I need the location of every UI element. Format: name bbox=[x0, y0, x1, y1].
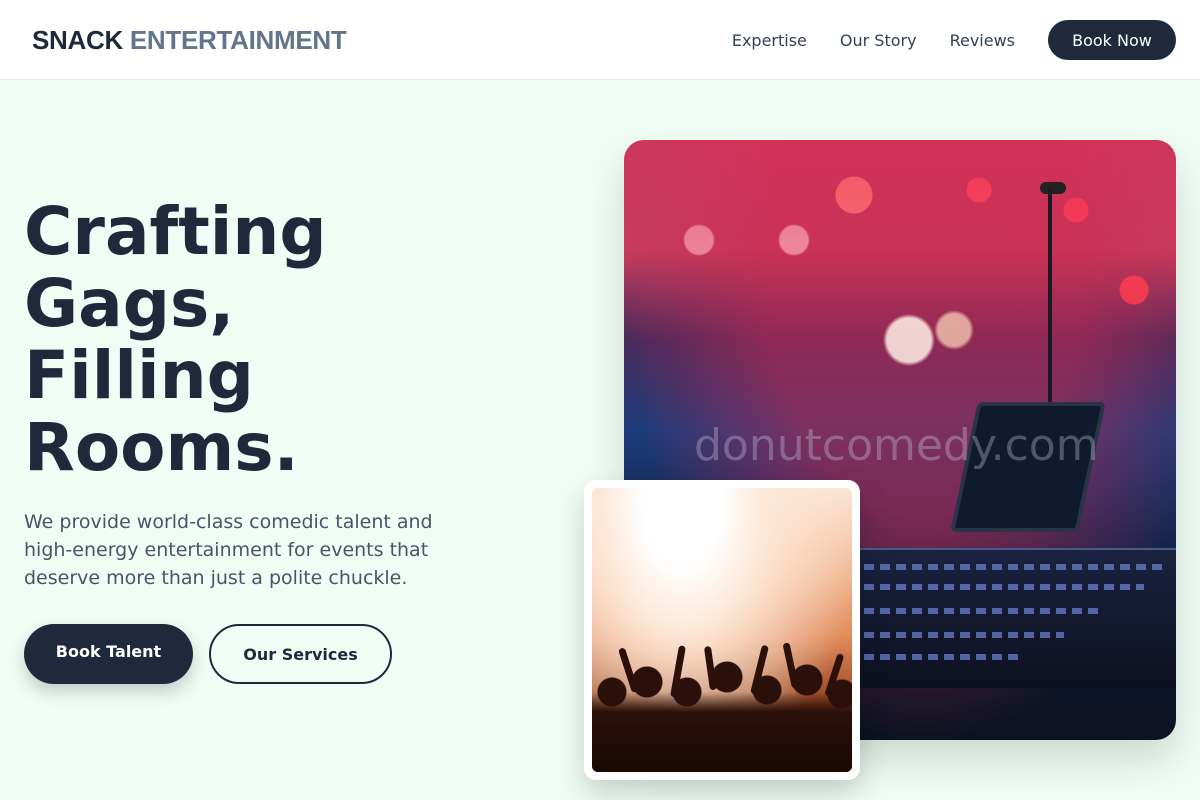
hero-title-line: Filling bbox=[24, 337, 254, 414]
concert-crowd-image bbox=[592, 488, 852, 772]
logo-secondary: ENTERTAINMENT bbox=[129, 25, 347, 55]
logo-primary: SNACK bbox=[32, 25, 123, 55]
site-header: SNACK ENTERTAINMENT Expertise Our Story … bbox=[0, 0, 1200, 80]
our-services-button[interactable]: Our Services bbox=[209, 624, 392, 684]
mixing-console bbox=[854, 548, 1176, 688]
crowd-silhouettes bbox=[592, 622, 852, 772]
hero-description: We provide world-class comedic talent an… bbox=[24, 511, 433, 589]
microphone bbox=[1040, 182, 1066, 194]
nav-link-reviews[interactable]: Reviews bbox=[950, 31, 1015, 50]
hero-title-line: Crafting bbox=[24, 193, 327, 270]
main-nav: Expertise Our Story Reviews Book Now bbox=[732, 20, 1176, 60]
hero-title-line: Gags, bbox=[24, 265, 235, 342]
stage-lights bbox=[624, 140, 1176, 300]
hero-secondary-image-frame bbox=[584, 480, 860, 780]
book-now-button[interactable]: Book Now bbox=[1048, 20, 1176, 60]
logo[interactable]: SNACK ENTERTAINMENT bbox=[32, 24, 347, 56]
hero-title: Crafting Gags, Filling Rooms. bbox=[24, 196, 327, 484]
book-talent-button[interactable]: Book Talent bbox=[24, 624, 193, 684]
nav-link-our-story[interactable]: Our Story bbox=[840, 31, 917, 50]
hero-title-line: Rooms. bbox=[24, 409, 299, 486]
image-watermark: donutcomedy.com bbox=[694, 420, 1099, 471]
nav-link-expertise[interactable]: Expertise bbox=[732, 31, 807, 50]
